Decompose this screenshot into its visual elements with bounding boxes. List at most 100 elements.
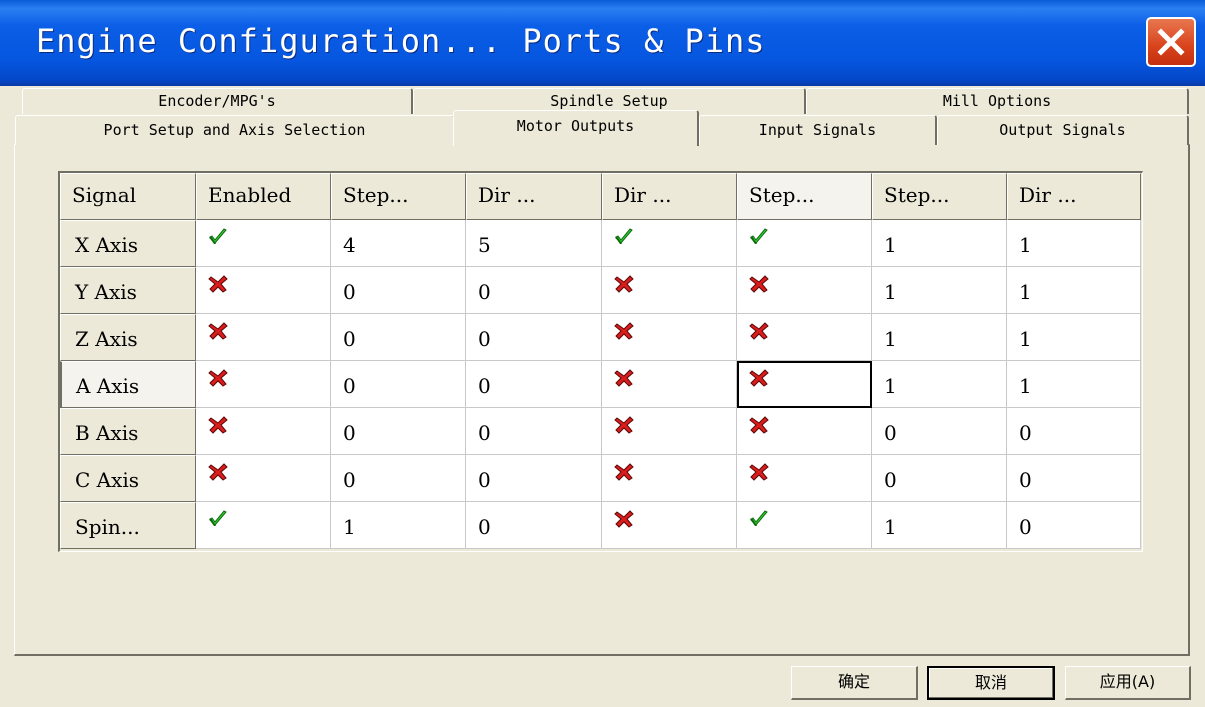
- ok-button[interactable]: 确定: [791, 666, 918, 700]
- x-icon: [749, 369, 769, 387]
- check-icon: [614, 228, 634, 246]
- grid-cell-enabled[interactable]: [196, 267, 331, 314]
- grid-cell-step-pin[interactable]: 4: [331, 220, 466, 267]
- grid-cell-step-port[interactable]: 0: [872, 455, 1007, 502]
- check-icon: [208, 510, 228, 528]
- grid-cell-dir-port[interactable]: 1: [1007, 361, 1141, 408]
- row-header[interactable]: B Axis: [60, 408, 196, 455]
- grid-cell-dir-port[interactable]: 1: [1007, 267, 1141, 314]
- x-icon: [208, 416, 228, 434]
- grid-cell-dir-port[interactable]: 1: [1007, 314, 1141, 361]
- grid-cell-step-port[interactable]: 1: [872, 314, 1007, 361]
- grid-cell-step-port[interactable]: 1: [872, 267, 1007, 314]
- x-icon: [208, 463, 228, 481]
- row-header[interactable]: Z Axis: [60, 314, 196, 361]
- row-header[interactable]: Y Axis: [60, 267, 196, 314]
- column-header-dir-port[interactable]: Dir ...: [1007, 173, 1141, 220]
- grid-cell-step-port[interactable]: 0: [872, 408, 1007, 455]
- tab-output-signals[interactable]: Output Signals: [937, 115, 1189, 145]
- grid-cell-dir-low-active[interactable]: [602, 314, 737, 361]
- grid-cell-step-pin[interactable]: 1: [331, 502, 466, 549]
- table-row[interactable]: X Axis 4 5 1 1: [60, 220, 1141, 267]
- row-header[interactable]: Spin...: [60, 502, 196, 549]
- column-header-step-port[interactable]: Step...: [872, 173, 1007, 220]
- column-header-step-low-active[interactable]: Step...: [737, 173, 872, 220]
- grid-cell-enabled[interactable]: [196, 408, 331, 455]
- column-header-signal[interactable]: Signal: [60, 173, 196, 220]
- table-row[interactable]: C Axis 0 0 0 0: [60, 455, 1141, 502]
- grid-cell-step-port[interactable]: 1: [872, 220, 1007, 267]
- grid-cell-dir-pin[interactable]: 0: [466, 455, 602, 502]
- grid-cell-step-port[interactable]: 1: [872, 502, 1007, 549]
- grid-cell-step-low-active[interactable]: [737, 267, 872, 314]
- grid-cell-step-pin[interactable]: 0: [331, 361, 466, 408]
- grid-cell-dir-pin[interactable]: 0: [466, 408, 602, 455]
- x-icon: [614, 275, 634, 293]
- tab-label: Output Signals: [999, 121, 1126, 139]
- tab-motor-outputs[interactable]: Motor Outputs: [453, 110, 699, 146]
- tab-encoder-mpg[interactable]: Encoder/MPG's: [22, 88, 413, 114]
- window-title: Engine Configuration... Ports & Pins: [36, 22, 766, 60]
- grid-cell-step-low-active[interactable]: [737, 220, 872, 267]
- grid-cell-dir-pin[interactable]: 0: [466, 267, 602, 314]
- check-icon: [749, 228, 769, 246]
- apply-button[interactable]: 应用(A): [1065, 666, 1191, 700]
- grid-cell-enabled[interactable]: [196, 314, 331, 361]
- grid-cell-step-low-active[interactable]: [737, 455, 872, 502]
- column-header-enabled[interactable]: Enabled: [196, 173, 331, 220]
- grid-cell-dir-low-active[interactable]: [602, 361, 737, 408]
- tab-label: Motor Outputs: [516, 117, 635, 135]
- grid-cell-dir-low-active[interactable]: [602, 267, 737, 314]
- grid-cell-dir-low-active[interactable]: [602, 220, 737, 267]
- grid-cell-step-low-active[interactable]: [737, 502, 872, 549]
- grid-cell-enabled[interactable]: [196, 361, 331, 408]
- grid-cell-step-low-active[interactable]: [737, 314, 872, 361]
- x-icon: [749, 416, 769, 434]
- check-icon: [749, 510, 769, 528]
- row-header[interactable]: A Axis: [60, 361, 196, 408]
- x-icon: [614, 510, 634, 528]
- column-header-dir-pin[interactable]: Dir ...: [466, 173, 602, 220]
- tab-port-setup[interactable]: Port Setup and Axis Selection: [15, 115, 455, 145]
- table-row[interactable]: B Axis 0 0 0 0: [60, 408, 1141, 455]
- grid-cell-enabled[interactable]: [196, 502, 331, 549]
- grid-cell-dir-low-active[interactable]: [602, 455, 737, 502]
- row-header[interactable]: C Axis: [60, 455, 196, 502]
- column-header-step-pin[interactable]: Step...: [331, 173, 466, 220]
- grid-cell-dir-low-active[interactable]: [602, 408, 737, 455]
- table-row[interactable]: Z Axis 0 0 1 1: [60, 314, 1141, 361]
- grid-cell-dir-low-active[interactable]: [602, 502, 737, 549]
- table-row[interactable]: Spin... 1 0 1 0: [60, 502, 1141, 549]
- grid-cell-step-pin[interactable]: 0: [331, 314, 466, 361]
- grid-cell-dir-port[interactable]: 0: [1007, 455, 1141, 502]
- grid-cell-step-port[interactable]: 1: [872, 361, 1007, 408]
- tab-input-signals[interactable]: Input Signals: [699, 115, 937, 145]
- x-icon: [749, 322, 769, 340]
- motor-outputs-grid[interactable]: Signal Enabled Step... Dir ... Dir ... Step..…: [58, 171, 1143, 552]
- tab-label: Encoder/MPG's: [158, 92, 276, 110]
- x-icon: [208, 275, 228, 293]
- grid-cell-dir-pin[interactable]: 5: [466, 220, 602, 267]
- grid-cell-step-low-active[interactable]: [737, 408, 872, 455]
- grid-cell-dir-port[interactable]: 0: [1007, 502, 1141, 549]
- close-button[interactable]: [1146, 17, 1196, 67]
- grid-cell-enabled[interactable]: [196, 455, 331, 502]
- grid-cell-step-low-active[interactable]: [737, 361, 872, 408]
- column-header-dir-low-active[interactable]: Dir ...: [602, 173, 737, 220]
- grid-cell-enabled[interactable]: [196, 220, 331, 267]
- grid-cell-dir-port[interactable]: 1: [1007, 220, 1141, 267]
- row-header[interactable]: X Axis: [60, 220, 196, 267]
- grid-cell-step-pin[interactable]: 0: [331, 408, 466, 455]
- grid-cell-dir-pin[interactable]: 0: [466, 361, 602, 408]
- tab-mill-options[interactable]: Mill Options: [806, 88, 1189, 114]
- table-row[interactable]: A Axis 0 0 1 1: [60, 361, 1141, 408]
- x-icon: [749, 275, 769, 293]
- cancel-button[interactable]: 取消: [927, 666, 1055, 700]
- grid-cell-dir-pin[interactable]: 0: [466, 314, 602, 361]
- grid-cell-step-pin[interactable]: 0: [331, 455, 466, 502]
- x-icon: [208, 369, 228, 387]
- table-row[interactable]: Y Axis 0 0 1 1: [60, 267, 1141, 314]
- grid-cell-step-pin[interactable]: 0: [331, 267, 466, 314]
- grid-cell-dir-pin[interactable]: 0: [466, 502, 602, 549]
- grid-cell-dir-port[interactable]: 0: [1007, 408, 1141, 455]
